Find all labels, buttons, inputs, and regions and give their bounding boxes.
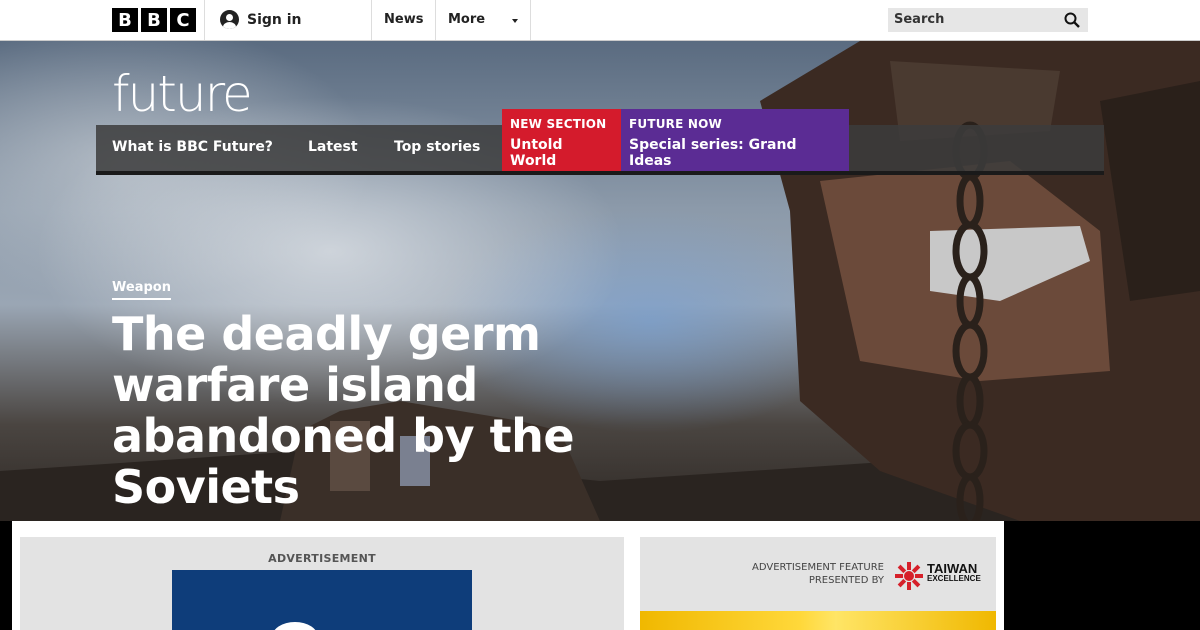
hero-banner[interactable]: future What is BBC Future? Latest Top st… (0, 41, 1200, 521)
taiwan-excellence-logo-icon[interactable] (894, 561, 924, 591)
feature-label: ADVERTISEMENT FEATURE PRESENTED BY (752, 561, 884, 587)
logo-letter: B (112, 8, 138, 32)
divider (435, 0, 436, 40)
advertisement-feature: ADVERTISEMENT FEATURE PRESENTED BY TAIWA… (640, 537, 996, 630)
promo-title: Special series: Grand Ideas (629, 137, 797, 169)
logo-letter: C (170, 8, 196, 32)
divider (371, 0, 372, 40)
promo-kicker: FUTURE NOW (629, 117, 722, 131)
logo-letter: B (141, 8, 167, 32)
search-icon[interactable] (1064, 12, 1080, 28)
advertisement-label: ADVERTISEMENT (268, 552, 376, 565)
caret-down-icon[interactable] (512, 19, 518, 23)
bbc-logo[interactable]: B B C (112, 8, 196, 32)
feature-label-line: PRESENTED BY (808, 575, 884, 586)
promo-kicker: NEW SECTION (510, 117, 607, 131)
sponsor-line: EXCELLENCE (927, 574, 981, 583)
search-box[interactable]: Search (888, 8, 1088, 32)
article-category-link[interactable]: Weapon (112, 280, 171, 300)
nav-what-is-bbc-future[interactable]: What is BBC Future? (112, 139, 273, 155)
feature-label-line: ADVERTISEMENT FEATURE (751, 562, 884, 573)
nav-news[interactable]: News (384, 12, 423, 27)
divider (530, 0, 531, 40)
promo-untold-world[interactable]: NEW SECTION Untold World (502, 109, 621, 171)
future-logo[interactable]: future (112, 65, 253, 123)
ad-graphic (272, 622, 318, 630)
sponsor-name[interactable]: TAIWAN EXCELLENCE (927, 561, 981, 584)
nav-top-stories[interactable]: Top stories (394, 139, 480, 155)
nav-latest[interactable]: Latest (308, 139, 358, 155)
sign-in-link[interactable]: Sign in (220, 10, 302, 29)
article-headline[interactable]: The deadly germ warfare island abandoned… (112, 309, 752, 513)
section-navbar: What is BBC Future? Latest Top stories N… (96, 109, 1104, 175)
user-icon (220, 10, 239, 29)
ad-feature-image[interactable] (640, 611, 996, 630)
sponsor-line: TAIWAN (927, 561, 978, 576)
advertisement-slot: ADVERTISEMENT (20, 537, 624, 630)
ad-banner[interactable] (172, 570, 472, 630)
bbc-global-header: B B C Sign in News More Search (0, 0, 1200, 41)
sign-in-label: Sign in (247, 11, 302, 28)
search-input[interactable]: Search (894, 12, 944, 27)
divider (204, 0, 205, 40)
promo-grand-ideas[interactable]: FUTURE NOW Special series: Grand Ideas (621, 109, 849, 171)
nav-more[interactable]: More (448, 12, 485, 27)
promo-title: Untold World (510, 137, 563, 169)
